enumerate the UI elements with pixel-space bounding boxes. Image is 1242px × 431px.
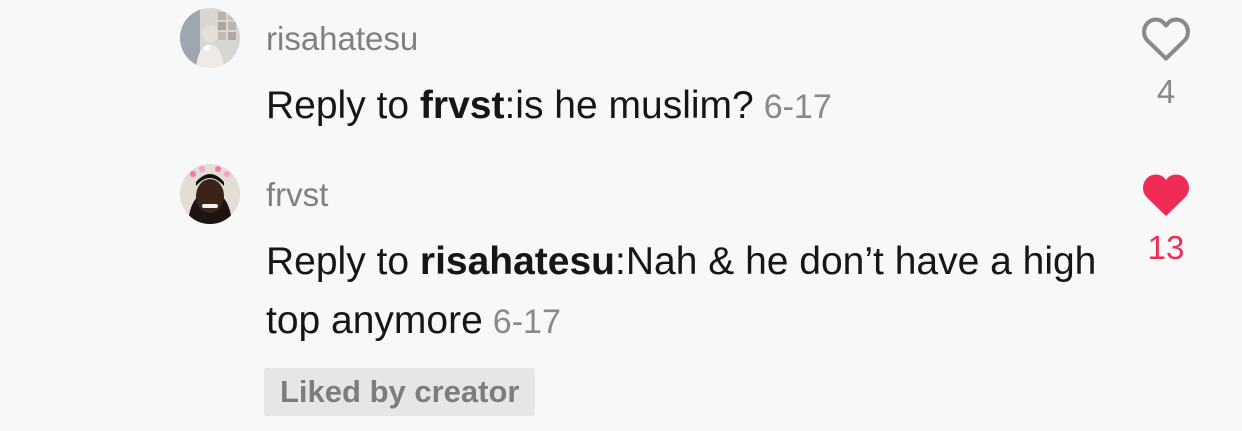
avatar-image: [180, 164, 240, 224]
like-count: 4: [1156, 73, 1176, 110]
reply-separator: :: [504, 84, 516, 127]
comment-date: 6-17: [763, 88, 832, 126]
reply-to-username[interactable]: risahatesu: [420, 240, 615, 283]
avatar[interactable]: [180, 8, 240, 68]
liked-by-creator-badge: Liked by creator: [264, 368, 536, 416]
like-button[interactable]: 4: [1136, 14, 1196, 111]
comment-username[interactable]: frvst: [266, 176, 328, 214]
reply-prefix: Reply to: [266, 84, 420, 127]
like-button[interactable]: 13: [1136, 170, 1196, 267]
comment-username[interactable]: risahatesu: [266, 20, 418, 58]
reply-to-username[interactable]: frvst: [420, 84, 505, 127]
comment-date: 6-17: [492, 303, 561, 341]
reply-separator: :: [615, 240, 626, 283]
heart-outline-icon: [1142, 17, 1190, 61]
like-count: 13: [1147, 229, 1185, 266]
avatar-image: [180, 8, 240, 68]
comment-body: is he muslim?: [515, 84, 754, 127]
comment-text: Reply to frvst:is he muslim? 6-17: [266, 76, 1126, 137]
avatar[interactable]: [180, 164, 240, 224]
reply-prefix: Reply to: [266, 240, 420, 283]
heart-filled-icon: [1142, 174, 1190, 216]
comment-text: Reply to risahatesu:Nah & he don’t have …: [266, 232, 1126, 352]
